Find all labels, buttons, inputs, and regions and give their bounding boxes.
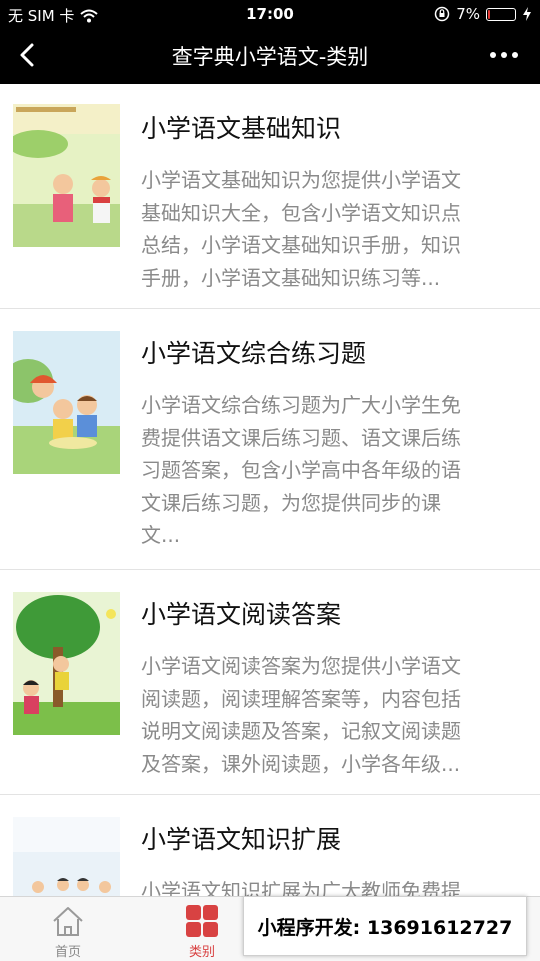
description-line: 文... bbox=[141, 523, 181, 547]
status-bar: 无 SIM 卡 17:00 7% bbox=[0, 0, 540, 28]
item-description: 小学语文阅读答案为您提供小学语文 阅读题，阅读理解答案等，内容包括 说明文阅读题… bbox=[141, 650, 521, 780]
promo-banner: 小程序开发: 13691612727 bbox=[243, 896, 527, 956]
tab-category-label: 类别 bbox=[188, 945, 215, 960]
item-thumbnail bbox=[13, 331, 120, 474]
item-description: 小学语文基础知识为您提供小学语文 基础知识大全，包含小学语文知识点 总结，小学语… bbox=[141, 164, 521, 294]
description-line: 费提供语文课后练习题、语文课后练 bbox=[141, 425, 461, 450]
list-item[interactable]: 小学语文知识扩展 小学语文知识扩展为广大教师免费提 bbox=[0, 795, 540, 905]
list-item[interactable]: 小学语文阅读答案 小学语文阅读答案为您提供小学语文 阅读题，阅读理解答案等，内容… bbox=[0, 570, 540, 795]
description-line: 说明文阅读题及答案，记叙文阅读题 bbox=[141, 719, 461, 743]
description-line: 小学语文综合练习题为广大小学生免 bbox=[141, 393, 461, 417]
description-line: 小学语文基础知识为您提供小学语文 bbox=[141, 168, 461, 192]
battery-level-fill bbox=[488, 9, 490, 19]
battery-icon bbox=[486, 7, 516, 21]
description-line: 文课后练习题，为您提供同步的课 bbox=[141, 490, 441, 515]
description-line: 手册，小学语文基础知识练习等... bbox=[141, 265, 441, 290]
home-icon bbox=[53, 907, 83, 936]
description-line: 小学语文阅读答案为您提供小学语文 bbox=[141, 654, 461, 678]
item-title: 小学语文阅读答案 bbox=[141, 600, 342, 629]
item-title: 小学语文综合练习题 bbox=[141, 339, 367, 368]
category-grid-icon bbox=[186, 905, 218, 937]
list-item[interactable]: 小学语文综合练习题 小学语文综合练习题为广大小学生免 费提供语文课后练习题、语文… bbox=[0, 309, 540, 570]
description-line: 及答案，课外阅读题，小学各年级... bbox=[141, 751, 461, 776]
item-title: 小学语文知识扩展 bbox=[141, 825, 342, 854]
description-line: 总结，小学语文基础知识手册，知识 bbox=[141, 233, 461, 257]
more-dots-icon bbox=[512, 52, 518, 58]
list-item[interactable]: 小学语文基础知识 小学语文基础知识为您提供小学语文 基础知识大全，包含小学语文知… bbox=[0, 84, 540, 309]
description-line: 基础知识大全，包含小学语文知识点 bbox=[141, 200, 461, 225]
tab-category[interactable]: 类别 bbox=[152, 897, 252, 961]
more-dots-icon bbox=[490, 52, 496, 58]
more-button[interactable] bbox=[490, 52, 518, 58]
category-list: 小学语文基础知识 小学语文基础知识为您提供小学语文 基础知识大全，包含小学语文知… bbox=[0, 84, 540, 905]
description-line: 阅读题，阅读理解答案等，内容包括 bbox=[141, 686, 461, 711]
item-title: 小学语文基础知识 bbox=[141, 114, 342, 143]
charging-bolt-icon bbox=[523, 7, 531, 21]
nav-bar: 查字典小学语文-类别 bbox=[0, 28, 540, 84]
item-thumbnail bbox=[13, 592, 120, 735]
description-line: 习题答案，包含小学高中各年级的语 bbox=[141, 458, 461, 482]
item-thumbnail bbox=[13, 817, 120, 897]
item-thumbnail bbox=[13, 104, 120, 247]
battery-percent: 7% bbox=[456, 5, 480, 23]
page-title: 查字典小学语文-类别 bbox=[171, 45, 369, 69]
status-right: 7% bbox=[434, 5, 532, 23]
orientation-lock-icon bbox=[434, 6, 450, 22]
item-description: 小学语文综合练习题为广大小学生免 费提供语文课后练习题、语文课后练 习题答案，包… bbox=[141, 389, 521, 552]
tab-home[interactable]: 首页 bbox=[18, 897, 118, 961]
promo-text: 小程序开发: 13691612727 bbox=[257, 916, 513, 939]
tab-home-label: 首页 bbox=[54, 945, 81, 960]
more-dots-icon bbox=[501, 52, 507, 58]
